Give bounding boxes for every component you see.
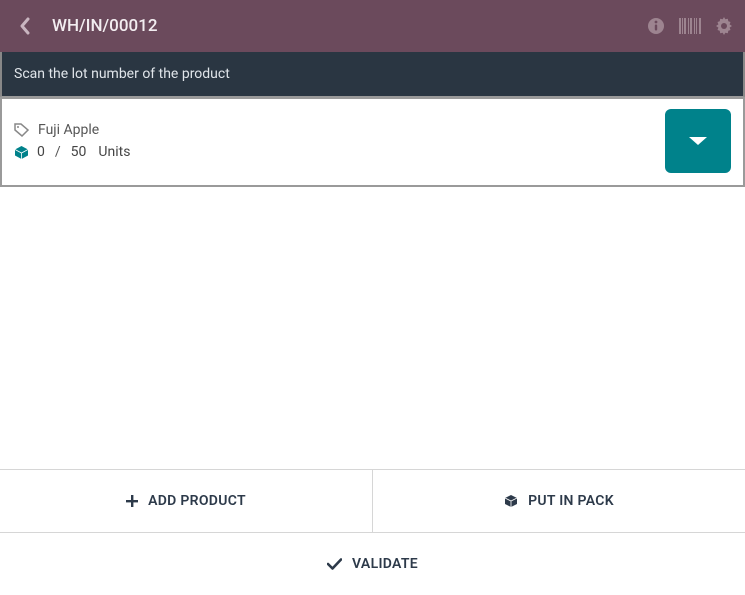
qty-separator: / [55,144,61,160]
page-title: WH/IN/00012 [52,16,647,36]
uom-label: Units [98,144,130,160]
qty-demand: 50 [71,144,87,160]
add-product-label: ADD PRODUCT [148,493,246,509]
put-in-pack-button[interactable]: PUT IN PACK [373,470,745,532]
instruction-bar: Scan the lot number of the product [0,52,745,97]
validate-label: VALIDATE [352,556,418,572]
footer-actions: ADD PRODUCT PUT IN PACK VALIDATE [0,469,745,595]
caret-down-icon [687,134,709,148]
back-button[interactable] [12,17,36,35]
info-icon [647,17,665,35]
chevron-left-icon [19,17,30,35]
top-bar: WH/IN/00012 [0,0,745,52]
validate-button[interactable]: VALIDATE [0,533,745,595]
settings-button[interactable] [715,17,733,35]
gear-icon [715,17,733,35]
plus-icon [126,495,138,507]
info-button[interactable] [647,17,665,35]
expand-line-button[interactable] [665,109,731,173]
put-in-pack-label: PUT IN PACK [528,493,614,509]
package-icon [504,494,518,508]
package-icon [14,145,29,160]
barcode-icon [679,18,701,34]
product-line: Fuji Apple 0 / 50 Units [0,97,745,187]
product-name: Fuji Apple [38,122,99,138]
qty-done: 0 [37,144,45,160]
barcode-button[interactable] [679,18,701,34]
add-product-button[interactable]: ADD PRODUCT [0,470,373,532]
check-icon [327,558,342,570]
tag-icon [14,123,30,137]
